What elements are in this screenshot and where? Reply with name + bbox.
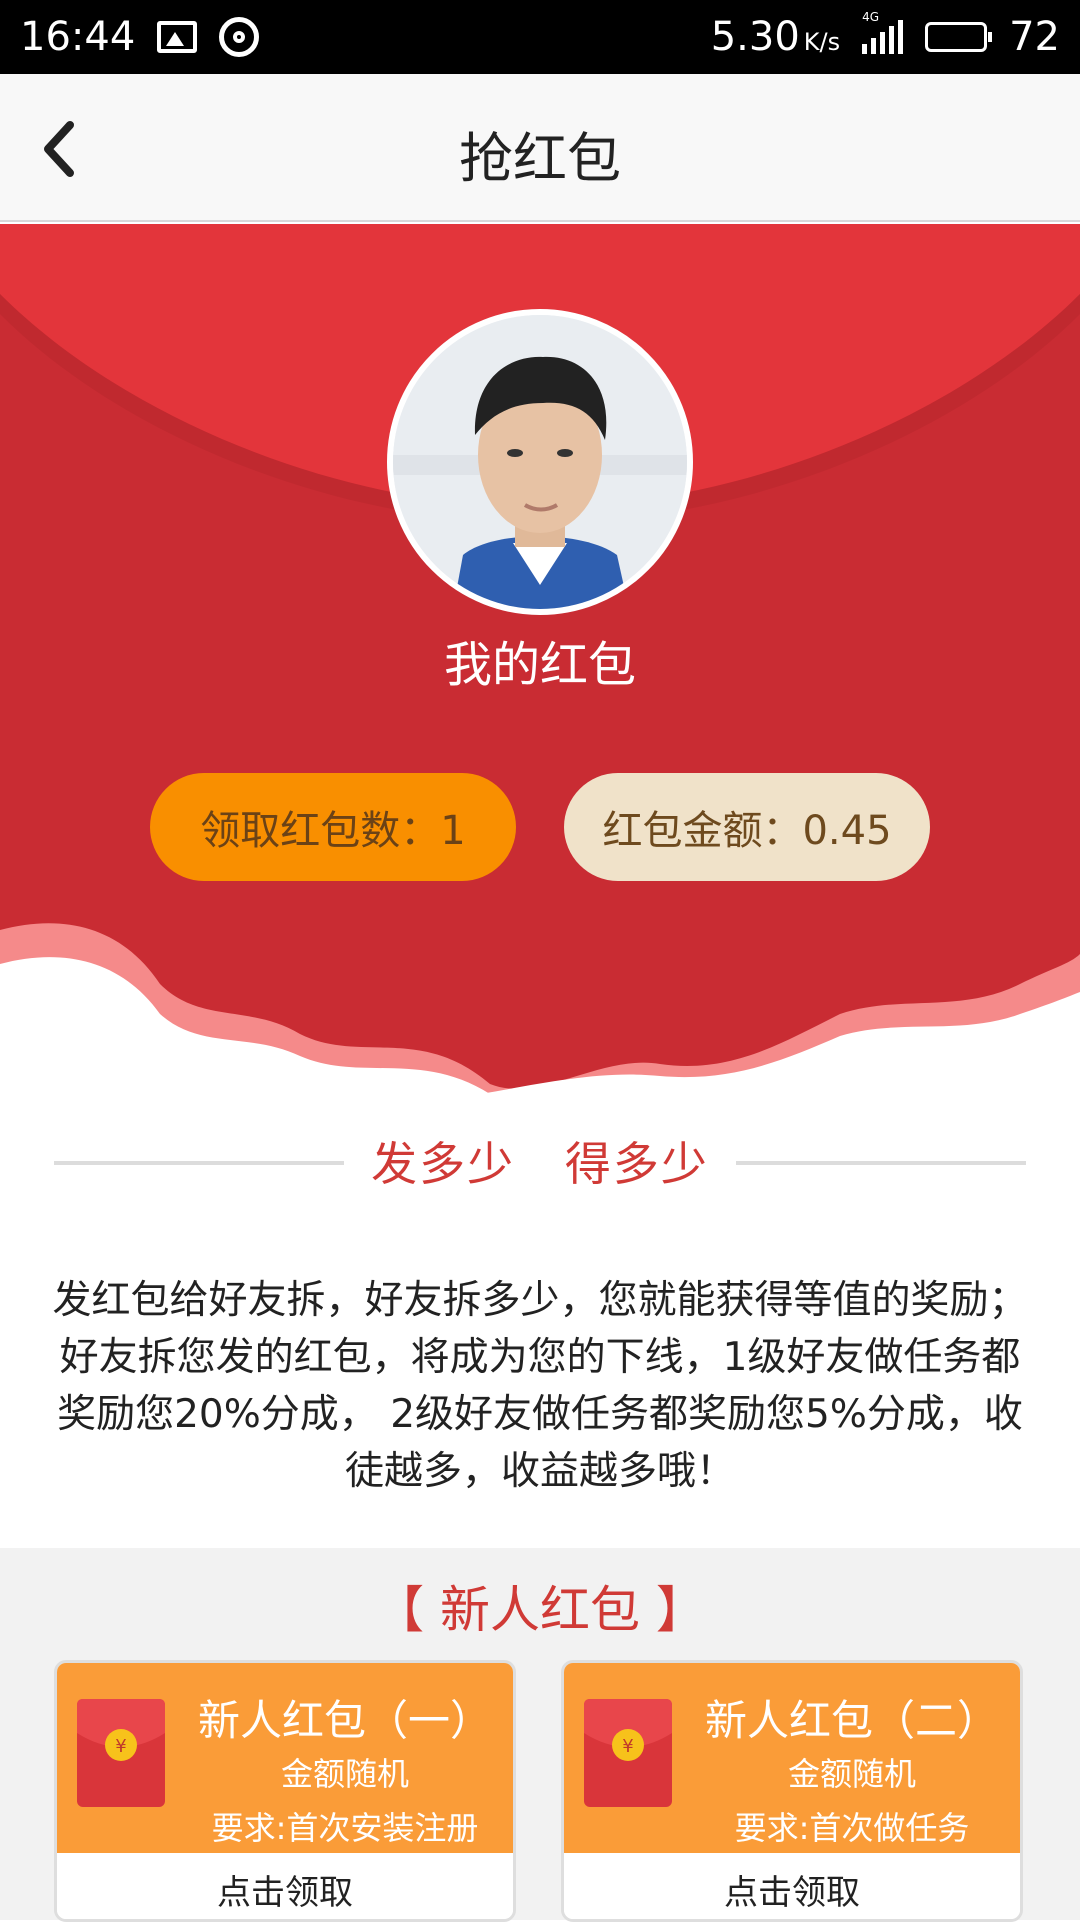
status-left: 16:44 [20, 14, 260, 60]
my-red-envelope-title: 我的红包 [443, 637, 636, 693]
battery-level: 72 [1009, 14, 1060, 60]
new-user-section: 【 新人红包 】 ¥ 新人红包（一） 金额随机 要求:首次安装注册 点击领取 ¥… [0, 1548, 1080, 1922]
claim-button[interactable]: 点击领取 [564, 1853, 1020, 1919]
yen-symbol: ¥ [115, 1736, 126, 1757]
avatar[interactable] [387, 309, 693, 615]
network-speed-unit: K/s [803, 28, 841, 56]
divider-right [736, 1161, 1026, 1165]
status-right: 5.30 K/s 4G 72 [711, 10, 1060, 60]
yen-symbol: ¥ [622, 1736, 633, 1757]
received-count-label: 领取红包数：1 [200, 808, 466, 854]
new-user-card-1[interactable]: ¥ 新人红包（一） 金额随机 要求:首次安装注册 点击领取 [54, 1660, 516, 1922]
envelope-amount-badge[interactable]: 红包金额：0.45 [564, 773, 930, 881]
card-requirement: 要求:首次做任务 [734, 1809, 970, 1847]
card-name: 新人红包（一） [197, 1696, 492, 1745]
page-title: 抢红包 [459, 127, 621, 190]
received-count-badge[interactable]: 领取红包数：1 [150, 773, 516, 881]
nav-bar: 抢红包 [0, 74, 1080, 222]
signal-icon: 4G [862, 10, 904, 54]
promo-description: 发红包给好友拆，好友拆多少，您就能获得等值的奖励； 好友拆您发的红包，将成为您的… [52, 1278, 1028, 1494]
status-bar: 16:44 5.30 K/s 4G 72 [0, 0, 1080, 74]
battery-icon [925, 22, 993, 52]
new-user-card-2[interactable]: ¥ 新人红包（二） 金额随机 要求:首次做任务 点击领取 [561, 1660, 1023, 1922]
image-notification-icon [157, 21, 198, 53]
promo-heading: 发多少 得多少 [0, 1128, 1080, 1194]
envelope-amount-label: 红包金额：0.45 [602, 808, 892, 854]
red-envelope-icon: ¥ [77, 1699, 165, 1807]
card-amount-type: 金额随机 [280, 1755, 409, 1793]
claim-button[interactable]: 点击领取 [57, 1853, 513, 1919]
network-speed: 5.30 K/s [711, 14, 840, 60]
card-top: ¥ 新人红包（一） 金额随机 要求:首次安装注册 [57, 1663, 513, 1853]
network-type: 4G [862, 10, 880, 24]
card-amount-type: 金额随机 [787, 1755, 916, 1793]
card-name: 新人红包（二） [704, 1696, 999, 1745]
new-user-title: 【 新人红包 】 [374, 1581, 706, 1639]
avatar-photo [393, 315, 687, 609]
red-envelope-icon: ¥ [584, 1699, 672, 1807]
card-requirement: 要求:首次安装注册 [211, 1809, 479, 1847]
hotspot-icon [219, 17, 260, 57]
status-time: 16:44 [20, 14, 136, 60]
network-speed-value: 5.30 [710, 14, 800, 60]
card-top: ¥ 新人红包（二） 金额随机 要求:首次做任务 [564, 1663, 1020, 1853]
